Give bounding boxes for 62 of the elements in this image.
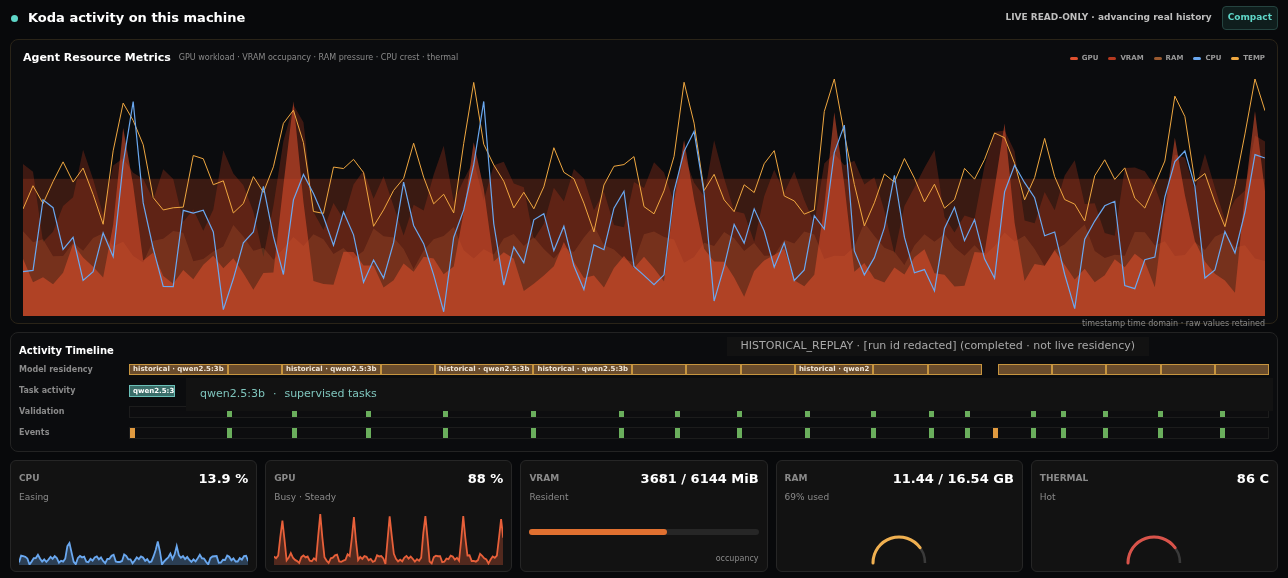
panel-title: Activity Timeline xyxy=(19,344,114,358)
metric-value: 13.9 % xyxy=(198,470,249,488)
event-marker-icon xyxy=(804,428,810,438)
event-marker-icon xyxy=(1031,428,1037,438)
event-marker-icon xyxy=(870,428,876,438)
residency-segment[interactable] xyxy=(873,364,928,375)
page-title: Koda activity on this machine xyxy=(28,9,246,28)
metric-value: 86 C xyxy=(1236,470,1269,488)
residency-segment[interactable] xyxy=(632,364,687,375)
residency-segment[interactable] xyxy=(1052,364,1107,375)
metric-value: 3681 / 6144 MiB xyxy=(640,470,759,488)
residency-segment[interactable] xyxy=(997,364,1053,375)
metric-value: 88 % xyxy=(467,470,504,488)
residency-segment[interactable] xyxy=(1160,364,1215,375)
metric-label: RAM xyxy=(784,472,808,485)
panel-subtitle: GPU workload · VRAM occupancy · RAM pressure · CPU crest · thermal xyxy=(178,52,459,65)
row-label: Events xyxy=(19,427,51,439)
metric-label: GPU xyxy=(274,472,296,485)
metric-label: CPU xyxy=(19,472,40,485)
metric-label: THERMAL xyxy=(1039,472,1089,485)
metric-value: 11.44 / 16.54 GB xyxy=(892,470,1014,488)
tooltip-model: qwen2.5:3b xyxy=(200,386,265,403)
event-marker-icon xyxy=(619,428,625,438)
metric-status: Resident xyxy=(529,490,570,504)
occupancy-caption: occupancy xyxy=(715,553,759,565)
metric-status: Hot xyxy=(1039,490,1057,504)
compact-button[interactable]: Compact xyxy=(1221,6,1278,30)
row-label: Model residency xyxy=(19,364,94,376)
event-marker-icon xyxy=(130,428,135,438)
tooltip-separator: · xyxy=(272,386,277,403)
event-marker-icon xyxy=(736,428,742,438)
metric-label: VRAM xyxy=(529,472,560,485)
chart-footnote: timestamp time domain · raw values retained xyxy=(1081,318,1265,331)
residency-segment[interactable] xyxy=(380,364,435,375)
residency-segment[interactable] xyxy=(686,364,741,375)
metric-status: Easing xyxy=(19,490,50,504)
residency-segment[interactable] xyxy=(227,364,282,375)
metric-status: 69% used xyxy=(784,490,831,504)
residency-segment[interactable] xyxy=(740,364,795,375)
panel-title: Agent Resource Metrics xyxy=(23,50,171,66)
residency-segment[interactable] xyxy=(927,364,982,375)
event-marker-icon xyxy=(675,428,681,438)
event-marker-icon xyxy=(1220,428,1226,438)
event-marker-icon xyxy=(291,428,297,438)
event-marker-icon xyxy=(965,428,971,438)
event-marker-icon xyxy=(530,428,536,438)
event-marker-icon xyxy=(1103,428,1108,438)
residency-segment[interactable] xyxy=(1106,364,1161,375)
event-marker-icon xyxy=(1060,428,1066,438)
event-marker-icon xyxy=(442,428,448,438)
event-marker-icon xyxy=(1157,428,1163,438)
row-label: Validation xyxy=(19,406,66,418)
replay-badge: HISTORICAL_REPLAY · [run id redacted] (completed · not live residency) xyxy=(726,337,1149,356)
residency-segment[interactable] xyxy=(1214,364,1270,375)
event-marker-icon xyxy=(928,428,934,438)
tooltip-detail: supervised tasks xyxy=(284,386,377,403)
live-status: LIVE READ-ONLY · advancing real history xyxy=(1005,11,1212,25)
metric-status: Busy · Steady xyxy=(274,490,337,504)
event-marker-icon xyxy=(226,428,232,438)
event-marker-icon xyxy=(365,428,371,438)
row-label: Task activity xyxy=(19,385,77,397)
event-marker-icon xyxy=(992,428,998,438)
